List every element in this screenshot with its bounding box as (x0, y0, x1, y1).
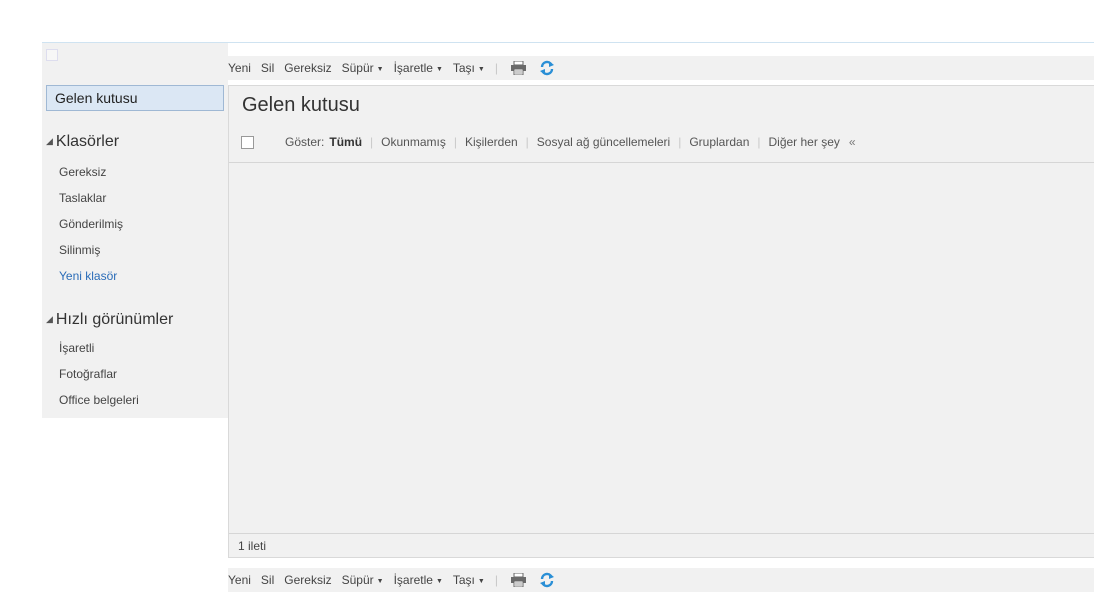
sidebar-item-flagged[interactable]: İşaretli (59, 341, 94, 355)
sidebar-item-inbox[interactable]: Gelen kutusu (46, 85, 224, 111)
folders-header-label: Klasörler (55, 133, 120, 150)
filter-show-label: Göster: (285, 135, 325, 149)
filter-bar: Göster: Tümü | Okunmamış | Kişilerden | … (241, 132, 856, 152)
sidebar-item-office-docs[interactable]: Office belgeleri (59, 393, 139, 407)
new-button[interactable]: Yeni (228, 61, 251, 75)
message-panel: Gelen kutusu Göster: Tümü | Okunmamış | … (228, 85, 1094, 558)
junk-button[interactable]: Gereksiz (284, 573, 331, 587)
junk-button[interactable]: Gereksiz (284, 61, 331, 75)
quick-views-header-label: Hızlı görünümler (55, 311, 174, 328)
delete-button[interactable]: Sil (261, 573, 274, 587)
filter-unread[interactable]: Okunmamış (381, 135, 446, 149)
print-icon[interactable] (510, 572, 527, 588)
sweep-label: Süpür (341, 61, 374, 75)
top-toolbar: Yeni Sil Gereksiz Süpür ▼ İşaretle ▼ Taşı ▼… (228, 56, 1094, 80)
new-button[interactable]: Yeni (228, 573, 251, 587)
collapse-triangle-icon: ◢ (46, 136, 53, 146)
sidebar: Gelen kutusu ◢ Klasörler Gereksiz Taslakl… (42, 43, 228, 418)
move-label: Taşı (452, 61, 475, 75)
filter-divider: | (678, 135, 682, 149)
print-icon[interactable] (510, 60, 527, 76)
sidebar-item-photos[interactable]: Fotoğraflar (59, 367, 117, 381)
chevron-down-icon: ▼ (376, 66, 384, 73)
mark-label: İşaretle (393, 61, 433, 75)
bottom-toolbar: Yeni Sil Gereksiz Süpür ▼ İşaretle ▼ Taşı ▼… (228, 568, 1094, 592)
select-all-checkbox[interactable] (241, 135, 254, 149)
filter-divider: | (757, 135, 761, 149)
collapse-filter-icon[interactable]: « (849, 135, 856, 149)
refresh-icon[interactable] (539, 572, 555, 588)
filter-social-updates[interactable]: Sosyal ağ güncellemeleri (537, 135, 670, 149)
sweep-button[interactable]: Süpür ▼ (342, 573, 384, 587)
new-folder-link[interactable]: Yeni klasör (59, 269, 117, 283)
chevron-down-icon: ▼ (435, 578, 443, 585)
folders-header[interactable]: ◢ Klasörler (46, 133, 119, 151)
filter-everything-else[interactable]: Diğer her şey (769, 135, 840, 149)
collapse-triangle-icon: ◢ (46, 314, 53, 324)
filter-divider: | (453, 135, 457, 149)
toolbar-divider: | (494, 573, 498, 587)
chevron-down-icon: ▼ (477, 578, 485, 585)
filter-from-groups[interactable]: Gruplardan (689, 135, 749, 149)
quick-views-header[interactable]: ◢ Hızlı görünümler (46, 311, 173, 329)
chevron-down-icon: ▼ (477, 66, 485, 73)
page-title: Gelen kutusu (242, 94, 360, 116)
filter-divider: | (370, 135, 374, 149)
mark-label: İşaretle (393, 573, 433, 587)
toolbar-divider: | (494, 61, 498, 75)
window-icon (46, 49, 58, 61)
sweep-label: Süpür (341, 573, 374, 587)
message-count: 1 ileti (229, 533, 1094, 558)
move-button[interactable]: Taşı ▼ (453, 573, 485, 587)
sidebar-item-drafts[interactable]: Taslaklar (59, 191, 106, 205)
sidebar-item-deleted[interactable]: Silinmiş (59, 243, 100, 257)
sweep-button[interactable]: Süpür ▼ (342, 61, 384, 75)
delete-button[interactable]: Sil (261, 61, 274, 75)
message-list[interactable] (229, 162, 1094, 534)
filter-from-contacts[interactable]: Kişilerden (465, 135, 518, 149)
refresh-icon[interactable] (539, 60, 555, 76)
sidebar-item-junk[interactable]: Gereksiz (59, 165, 106, 179)
chevron-down-icon: ▼ (435, 66, 443, 73)
mark-button[interactable]: İşaretle ▼ (394, 61, 443, 75)
sidebar-item-sent[interactable]: Gönderilmiş (59, 217, 123, 231)
filter-divider: | (525, 135, 529, 149)
move-button[interactable]: Taşı ▼ (453, 61, 485, 75)
mark-button[interactable]: İşaretle ▼ (394, 573, 443, 587)
move-label: Taşı (452, 573, 475, 587)
filter-all[interactable]: Tümü (329, 135, 362, 149)
chevron-down-icon: ▼ (376, 578, 384, 585)
